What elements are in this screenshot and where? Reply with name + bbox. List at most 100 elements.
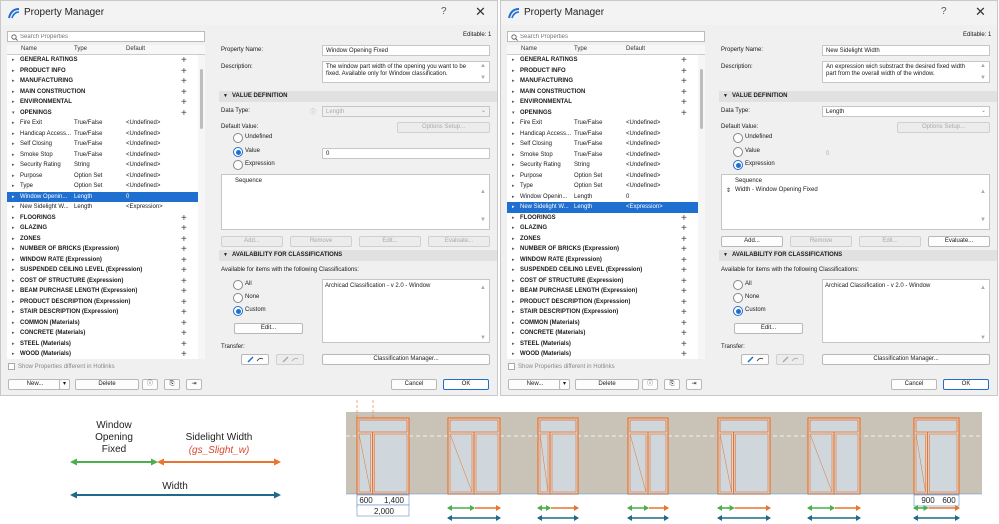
- property-group-row[interactable]: ▸ PRODUCT INFO +: [7, 66, 198, 77]
- classification-scroll-up-icon[interactable]: ▲: [480, 285, 486, 291]
- evaluate-button[interactable]: Evaluate...: [428, 236, 490, 247]
- description-field[interactable]: The window part width of the opening you…: [322, 61, 490, 83]
- import-icon[interactable]: ⎘: [164, 379, 180, 390]
- property-group-row[interactable]: ▸ WINDOW RATE (Expression) +: [7, 255, 198, 266]
- value-definition-section[interactable]: ▼ VALUE DEFINITION: [719, 91, 997, 102]
- expand-arrow-icon[interactable]: ▸: [12, 246, 15, 252]
- property-group-row[interactable]: ▸ COMMON (Materials) +: [507, 318, 698, 329]
- radio-expression[interactable]: [233, 160, 243, 170]
- expand-arrow-icon[interactable]: ▸: [12, 215, 15, 221]
- property-group-row[interactable]: ▾ OPENINGS +: [7, 108, 198, 119]
- column-header-default[interactable]: Default: [126, 46, 145, 52]
- property-group-row[interactable]: ▸ BEAM PURCHASE LENGTH (Expression) +: [7, 286, 198, 297]
- expand-arrow-icon[interactable]: ▸: [512, 78, 515, 84]
- add-plus-icon[interactable]: +: [681, 213, 687, 224]
- property-group-row[interactable]: ▸ STAIR DESCRIPTION (Expression) +: [7, 307, 198, 318]
- property-row[interactable]: ▸ Self Closing True/False <Undefined>: [7, 139, 198, 150]
- expand-arrow-icon[interactable]: ▸: [512, 236, 515, 242]
- description-field[interactable]: An expression wich substract the desired…: [822, 61, 990, 83]
- search-input[interactable]: [20, 32, 200, 41]
- classification-scroll-up-icon[interactable]: ▲: [980, 285, 986, 291]
- options-setup-button[interactable]: Options Setup...: [897, 122, 990, 133]
- expand-arrow-icon[interactable]: ▸: [512, 68, 515, 74]
- property-row[interactable]: ▸ Purpose Option Set <Undefined>: [7, 171, 198, 182]
- description-scroll-up-icon[interactable]: ▲: [980, 63, 986, 69]
- add-plus-icon[interactable]: +: [681, 297, 687, 308]
- expand-arrow-icon[interactable]: ▸: [12, 57, 15, 63]
- property-group-row[interactable]: ▸ ZONES +: [507, 234, 698, 245]
- value-field[interactable]: 0: [322, 148, 490, 159]
- list-scrollbar[interactable]: [198, 55, 205, 359]
- add-plus-icon[interactable]: +: [181, 328, 187, 339]
- add-plus-icon[interactable]: +: [181, 213, 187, 224]
- add-plus-icon[interactable]: +: [181, 286, 187, 297]
- expand-arrow-icon[interactable]: ▾: [12, 110, 15, 116]
- column-header-default[interactable]: Default: [626, 46, 645, 52]
- expand-arrow-icon[interactable]: ▸: [512, 257, 515, 263]
- add-plus-icon[interactable]: +: [681, 286, 687, 297]
- add-plus-icon[interactable]: +: [181, 339, 187, 350]
- property-row[interactable]: ▸ Handicap Access... True/False <Undefined>: [507, 129, 698, 140]
- property-name-field[interactable]: Window Opening Fixed: [322, 45, 490, 56]
- cancel-button[interactable]: Cancel: [891, 379, 937, 390]
- property-group-row[interactable]: ▸ FLOORINGS +: [507, 213, 698, 224]
- close-icon[interactable]: ✕: [975, 4, 986, 20]
- add-button[interactable]: Add...: [721, 236, 783, 247]
- property-group-row[interactable]: ▸ WOOD (Materials) +: [7, 349, 198, 359]
- property-group-row[interactable]: ▸ BEAM PURCHASE LENGTH (Expression) +: [507, 286, 698, 297]
- scrollbar-thumb[interactable]: [200, 69, 203, 129]
- description-scroll-down-icon[interactable]: ▼: [980, 75, 986, 81]
- add-button[interactable]: Add...: [221, 236, 283, 247]
- sequence-scroll-down-icon[interactable]: ▼: [980, 217, 986, 223]
- export-icon[interactable]: ⇥: [186, 379, 202, 390]
- radio-undefined[interactable]: [733, 133, 743, 143]
- classification-item[interactable]: Archicad Classification - v 2.0 - Window: [825, 283, 930, 289]
- expand-arrow-icon[interactable]: ▸: [12, 288, 15, 294]
- property-group-row[interactable]: ▸ ENVIRONMENTAL +: [7, 97, 198, 108]
- expand-arrow-icon[interactable]: ▸: [512, 351, 515, 357]
- add-plus-icon[interactable]: +: [681, 76, 687, 87]
- expand-arrow-icon[interactable]: ▸: [512, 267, 515, 273]
- expand-arrow-icon[interactable]: ▸: [12, 173, 15, 179]
- add-plus-icon[interactable]: +: [681, 349, 687, 359]
- property-group-row[interactable]: ▸ WOOD (Materials) +: [507, 349, 698, 359]
- column-header-type[interactable]: Type: [574, 46, 587, 52]
- classification-scroll-down-icon[interactable]: ▼: [980, 335, 986, 341]
- property-group-row[interactable]: ▸ FLOORINGS +: [7, 213, 198, 224]
- expand-arrow-icon[interactable]: ▸: [512, 173, 515, 179]
- eyedropper-transfer-icon[interactable]: [241, 354, 269, 365]
- value-definition-section[interactable]: ▼ VALUE DEFINITION: [219, 91, 497, 102]
- expand-arrow-icon[interactable]: ▸: [12, 141, 15, 147]
- property-group-row[interactable]: ▸ COST OF STRUCTURE (Expression) +: [507, 276, 698, 287]
- classification-scroll-down-icon[interactable]: ▼: [480, 335, 486, 341]
- info-icon[interactable]: ⓘ: [142, 379, 158, 390]
- classification-box[interactable]: Archicad Classification - v 2.0 - Window: [322, 279, 490, 343]
- info-icon[interactable]: ⓘ: [642, 379, 658, 390]
- expand-arrow-icon[interactable]: ▸: [512, 320, 515, 326]
- expand-arrow-icon[interactable]: ▾: [512, 110, 515, 116]
- property-group-row[interactable]: ▸ ZONES +: [7, 234, 198, 245]
- expand-arrow-icon[interactable]: ▸: [512, 288, 515, 294]
- eyedropper-transfer-icon[interactable]: [741, 354, 769, 365]
- options-setup-button[interactable]: Options Setup...: [397, 122, 490, 133]
- expand-arrow-icon[interactable]: ▸: [12, 309, 15, 315]
- add-plus-icon[interactable]: +: [681, 276, 687, 287]
- availability-section[interactable]: ▼ AVAILABILITY FOR CLASSIFICATIONS: [219, 250, 497, 261]
- expand-arrow-icon[interactable]: ▸: [12, 236, 15, 242]
- add-plus-icon[interactable]: +: [181, 297, 187, 308]
- expand-arrow-icon[interactable]: ▸: [512, 278, 515, 284]
- property-group-row[interactable]: ▸ PRODUCT DESCRIPTION (Expression) +: [507, 297, 698, 308]
- add-plus-icon[interactable]: +: [181, 265, 187, 276]
- property-row[interactable]: ▸ Security Rating String <Undefined>: [507, 160, 698, 171]
- expand-arrow-icon[interactable]: ▸: [12, 267, 15, 273]
- add-plus-icon[interactable]: +: [181, 223, 187, 234]
- help-icon[interactable]: ?: [941, 6, 947, 17]
- radio-custom[interactable]: [733, 306, 743, 316]
- classification-box[interactable]: Archicad Classification - v 2.0 - Window: [822, 279, 990, 343]
- expand-arrow-icon[interactable]: ▸: [12, 99, 15, 105]
- edit-classification-button[interactable]: Edit...: [234, 323, 303, 334]
- property-row[interactable]: ▸ Fire Exit True/False <Undefined>: [507, 118, 698, 129]
- ok-button[interactable]: OK: [943, 379, 989, 390]
- value-field[interactable]: 0: [822, 148, 990, 159]
- property-row[interactable]: ▸ Handicap Access... True/False <Undefined>: [7, 129, 198, 140]
